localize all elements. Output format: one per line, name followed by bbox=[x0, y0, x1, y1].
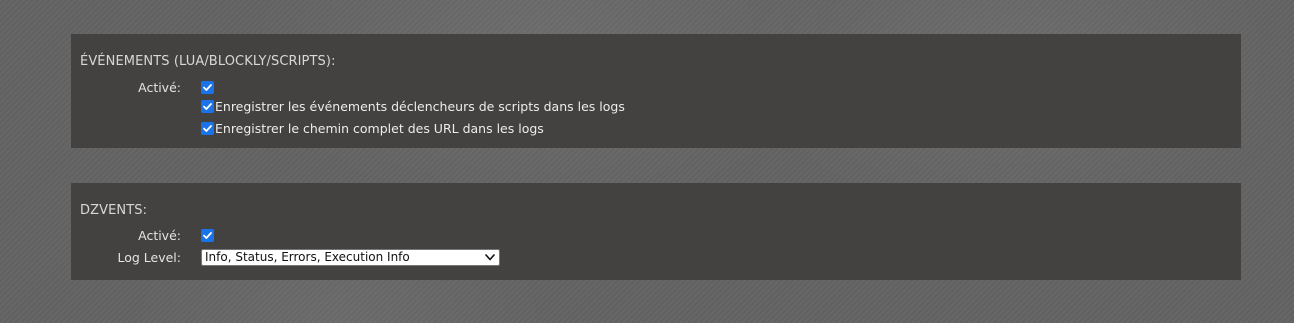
log-level-label: Log Level: bbox=[117, 249, 181, 265]
events-section-title: ÉVÉNEMENTS (LUA/BLOCKLY/SCRIPTS): bbox=[80, 54, 336, 69]
dzvents-section-title: DZVENTS: bbox=[80, 203, 148, 218]
log-level-selected-value: Info, Status, Errors, Execution Info bbox=[205, 249, 410, 264]
checkmark-icon bbox=[203, 83, 212, 91]
log-level-select[interactable]: Info, Status, Errors, Execution Info bbox=[201, 248, 500, 266]
chevron-down-icon bbox=[485, 253, 495, 260]
log-triggers-label[interactable]: Enregistrer les événements déclencheurs … bbox=[215, 99, 625, 114]
events-enabled-row: Activé: bbox=[71, 78, 214, 96]
dzvents-enabled-checkbox[interactable] bbox=[201, 228, 214, 242]
log-full-url-label[interactable]: Enregistrer le chemin complet des URL da… bbox=[215, 121, 544, 136]
dzvents-enabled-label: Activé: bbox=[138, 227, 181, 243]
log-triggers-checkbox[interactable] bbox=[201, 99, 214, 113]
checkmark-icon bbox=[203, 231, 212, 239]
dzvents-settings-panel: DZVENTS: Activé: Log Level: Info, Status… bbox=[71, 183, 1241, 280]
checkmark-icon bbox=[203, 124, 212, 132]
events-enabled-checkbox[interactable] bbox=[201, 80, 214, 94]
checkmark-icon bbox=[203, 102, 212, 110]
log-level-row: Log Level: Info, Status, Errors, Executi… bbox=[71, 248, 500, 266]
log-full-url-checkbox[interactable] bbox=[201, 121, 214, 135]
events-enabled-label: Activé: bbox=[138, 79, 181, 95]
events-settings-panel: ÉVÉNEMENTS (LUA/BLOCKLY/SCRIPTS): Activé… bbox=[71, 34, 1241, 148]
dzvents-enabled-row: Activé: bbox=[71, 226, 214, 244]
